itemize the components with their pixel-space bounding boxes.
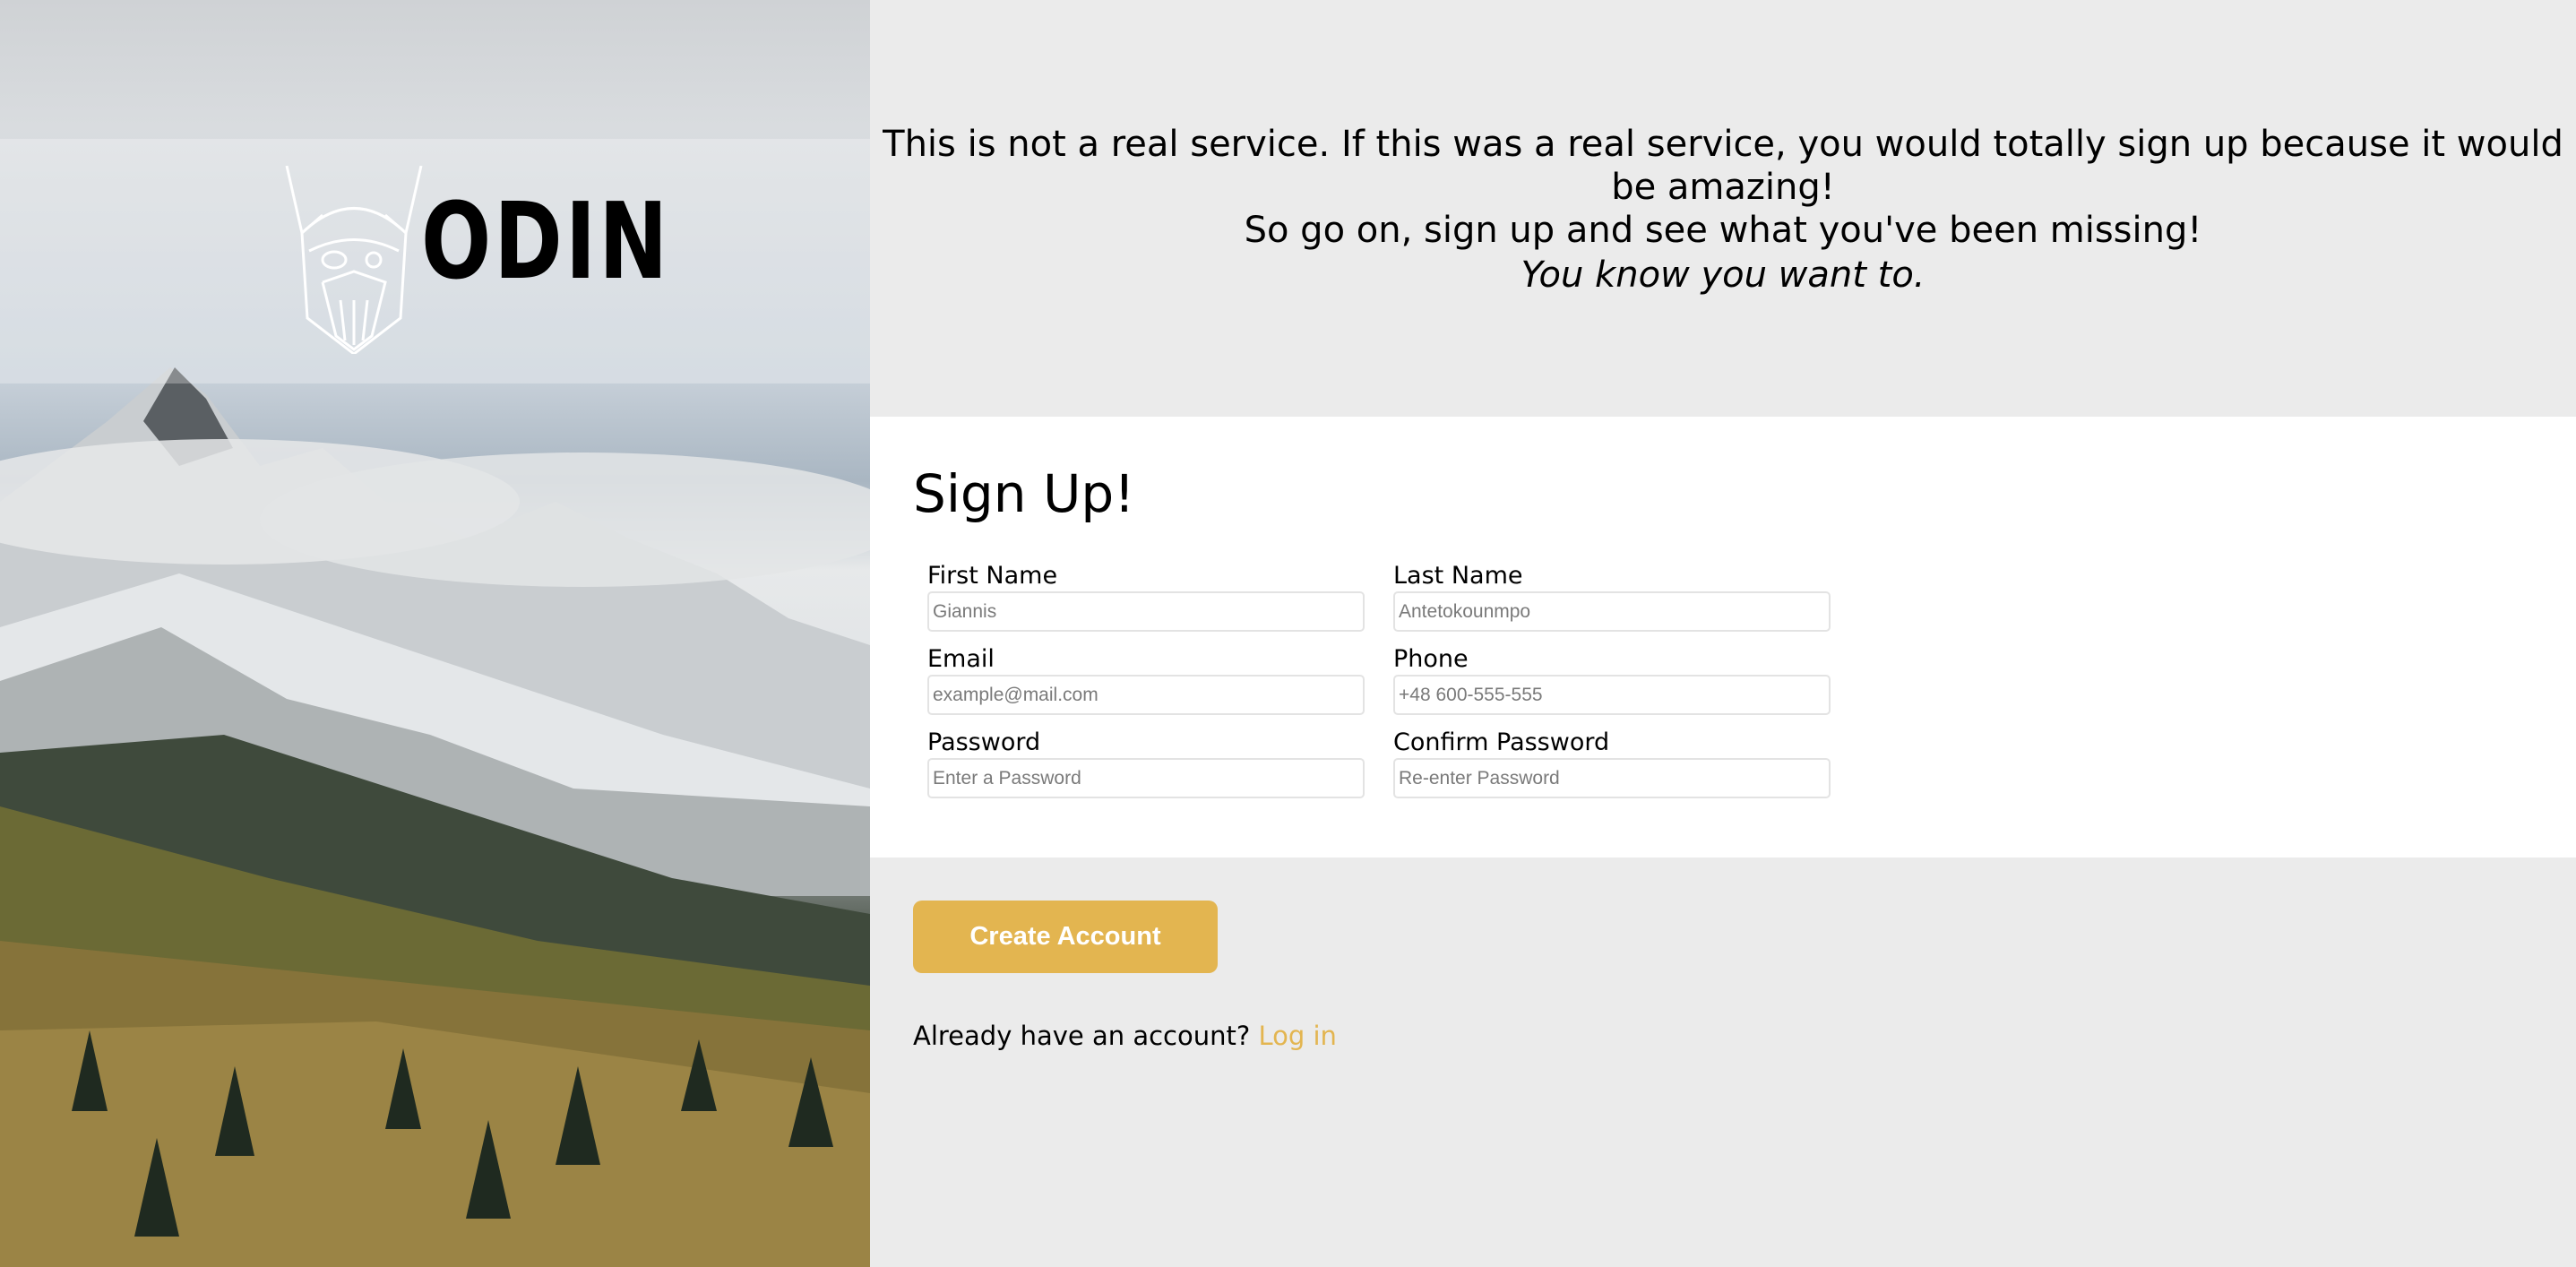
confirm-password-label: Confirm Password — [1393, 728, 1610, 756]
actions-section: Create Account Already have an account? … — [870, 858, 2576, 1267]
intro-line-1: This is not a real service. If this was … — [883, 124, 2563, 208]
email-input[interactable] — [927, 675, 1365, 715]
brand-logo-text: ODIN — [421, 179, 671, 303]
password-input[interactable] — [927, 758, 1365, 798]
confirm-password-group: Confirm Password — [1393, 728, 1831, 798]
login-link[interactable]: Log in — [1258, 1021, 1336, 1051]
first-name-label: First Name — [927, 562, 1058, 590]
last-name-group: Last Name — [1393, 562, 1831, 632]
signup-form: Sign Up! First Name Last Name Email Phon… — [870, 417, 2576, 858]
last-name-label: Last Name — [1393, 562, 1523, 590]
intro-tagline: You know you want to. — [1521, 254, 1926, 296]
login-prompt: Already have an account? Log in — [913, 1021, 1337, 1051]
create-account-button[interactable]: Create Account — [913, 901, 1218, 973]
phone-label: Phone — [1393, 645, 1469, 673]
password-group: Password — [927, 728, 1365, 798]
form-title: Sign Up! — [913, 463, 1135, 524]
intro-text: This is not a real service. If this was … — [870, 123, 2576, 252]
email-group: Email — [927, 645, 1365, 715]
viking-head-icon — [285, 166, 423, 354]
intro-line-2: So go on, sign up and see what you've be… — [1244, 210, 2202, 251]
phone-input[interactable] — [1393, 675, 1831, 715]
phone-group: Phone — [1393, 645, 1831, 715]
login-prompt-text: Already have an account? — [913, 1021, 1251, 1051]
first-name-group: First Name — [927, 562, 1365, 632]
first-name-input[interactable] — [927, 591, 1365, 632]
confirm-password-input[interactable] — [1393, 758, 1831, 798]
hero-image-panel: ODIN — [0, 0, 870, 1267]
email-label: Email — [927, 645, 995, 673]
signup-panel: This is not a real service. If this was … — [870, 0, 2576, 1267]
password-label: Password — [927, 728, 1041, 756]
intro-section: This is not a real service. If this was … — [870, 0, 2576, 417]
last-name-input[interactable] — [1393, 591, 1831, 632]
